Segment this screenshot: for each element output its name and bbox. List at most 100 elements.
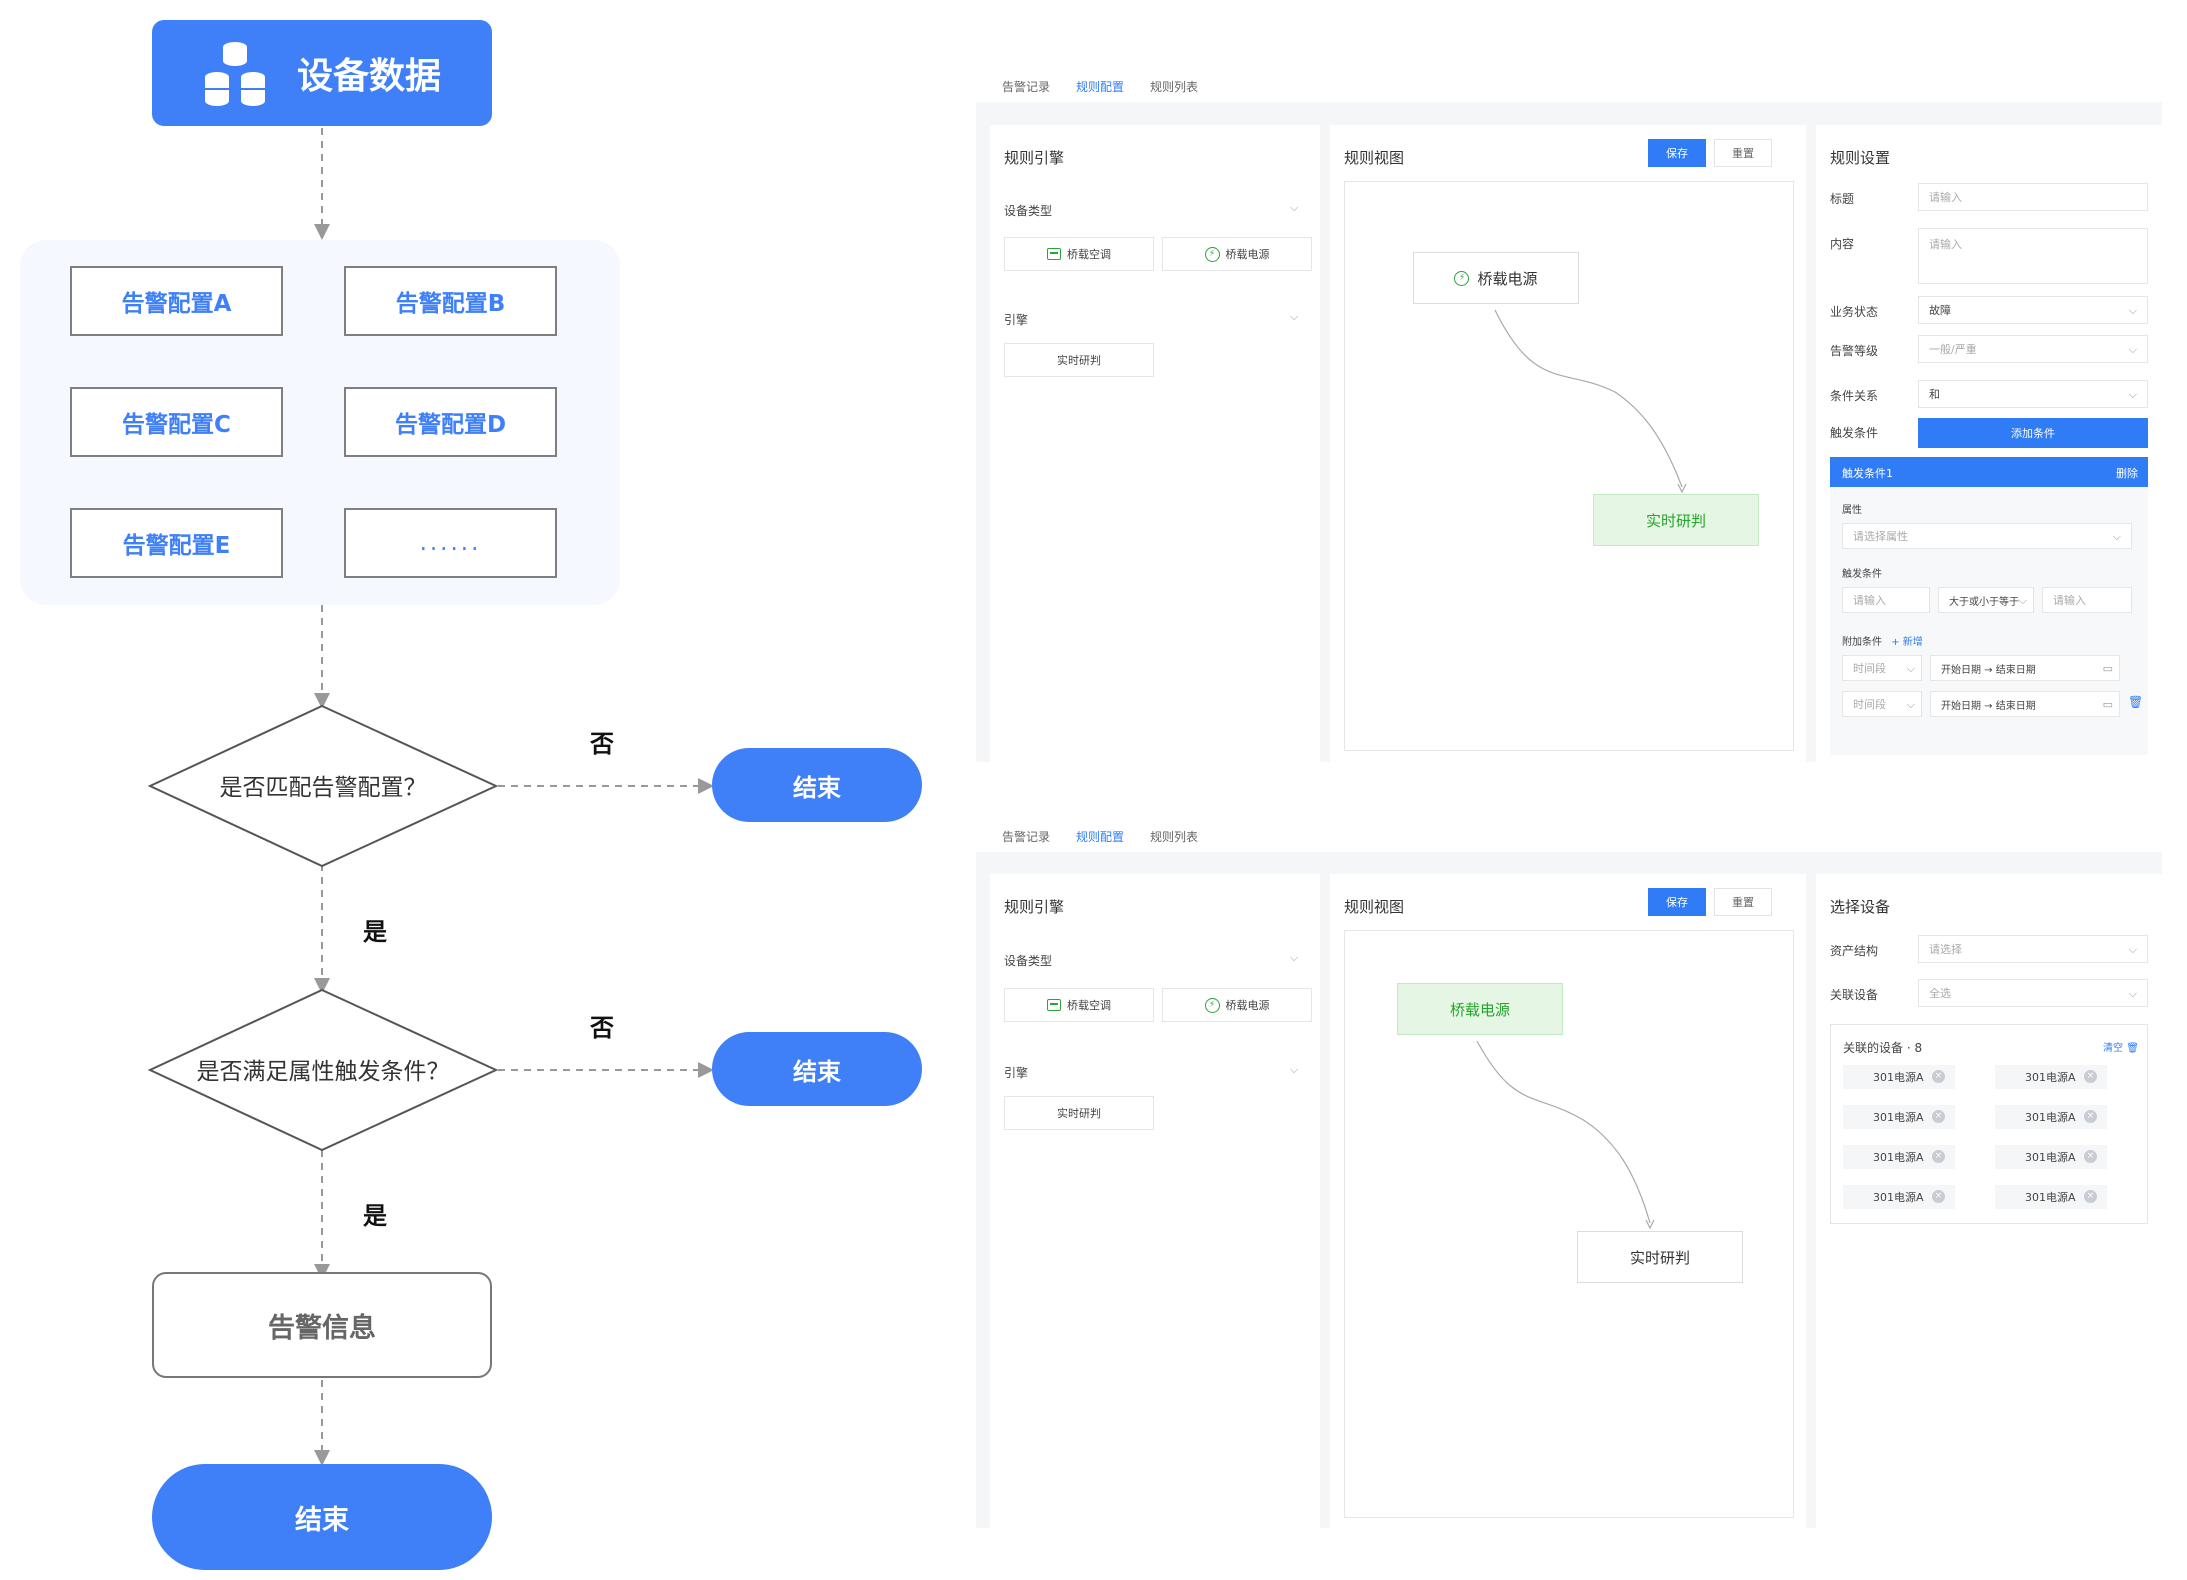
device-tag-label: 301电源A: [1873, 1151, 1924, 1164]
chevron-down-icon: ⌵: [2128, 943, 2137, 956]
close-icon[interactable]: ×: [1932, 1110, 1945, 1123]
status-select[interactable]: 故障 ⌵: [1918, 296, 2148, 324]
chevron-down-icon: ⌵: [2128, 987, 2137, 1000]
relation-select[interactable]: 和 ⌵: [1918, 380, 2148, 408]
content-textarea[interactable]: 请输入: [1918, 228, 2148, 284]
save-button[interactable]: 保存: [1648, 139, 1706, 167]
rule-canvas[interactable]: ⚡ 桥载电源 实时研判: [1344, 181, 1794, 751]
operator-value: 大于或小于等于: [1949, 596, 2019, 608]
rule-view-panel: 规则视图 保存 重置 ⚡ 桥载电源 实时研判: [1330, 125, 1806, 762]
device-chip-ac[interactable]: 桥载空调: [1004, 988, 1154, 1022]
tab-rule-list[interactable]: 规则列表: [1150, 78, 1198, 95]
level-value: 一般/严重: [1929, 343, 1977, 356]
device-chip-power[interactable]: ⚡ 桥载电源: [1162, 237, 1312, 271]
device-tag[interactable]: 301电源A ×: [1843, 1105, 1955, 1129]
device-tag[interactable]: 301电源A ×: [1995, 1105, 2107, 1129]
lightning-icon: ⚡: [1204, 997, 1220, 1013]
asset-structure-select[interactable]: 请选择 ⌵: [1918, 935, 2148, 963]
linked-count-label: 关联的设备 · 8: [1843, 1041, 1923, 1055]
close-icon[interactable]: ×: [1932, 1070, 1945, 1083]
rule-view-title: 规则视图: [1344, 898, 1405, 916]
device-tag-label: 301电源A: [1873, 1191, 1924, 1204]
rule-canvas[interactable]: 桥载电源 实时研判: [1344, 930, 1794, 1518]
device-tag[interactable]: 301电源A ×: [1843, 1065, 1955, 1089]
device-tag-label: 301电源A: [2025, 1151, 2076, 1164]
close-icon[interactable]: ×: [2084, 1150, 2097, 1163]
engine-chip-realtime[interactable]: 实时研判: [1004, 343, 1154, 377]
node-power-source[interactable]: ⚡ 桥载电源: [1413, 252, 1579, 304]
device-tag-label: 301电源A: [1873, 1071, 1924, 1084]
trigger-cond-label: 触发条件: [1842, 569, 1882, 580]
close-icon[interactable]: ×: [1932, 1150, 1945, 1163]
device-tag[interactable]: 301电源A ×: [1843, 1145, 1955, 1169]
close-icon[interactable]: ×: [1932, 1190, 1945, 1203]
yes-label-2: 是: [363, 1202, 387, 1230]
close-icon[interactable]: ×: [2084, 1190, 2097, 1203]
engine-chip-realtime[interactable]: 实时研判: [1004, 1096, 1154, 1130]
close-icon[interactable]: ×: [2084, 1110, 2097, 1123]
tab-bar: 告警记录 规则配置 规则列表: [976, 820, 2162, 852]
reset-button[interactable]: 重置: [1714, 888, 1772, 916]
attr-select[interactable]: 请选择属性 ⌵: [1842, 523, 2132, 549]
device-tag[interactable]: 301电源A ×: [1995, 1145, 2107, 1169]
trigger-value-input[interactable]: 请输入: [1842, 587, 1930, 613]
clear-button[interactable]: 清空 🗑: [2103, 1039, 2139, 1054]
tab-rule-config[interactable]: 规则配置: [1076, 828, 1124, 845]
title-label: 标题: [1830, 192, 1855, 206]
calendar-icon: ▭: [2102, 698, 2113, 711]
title-input[interactable]: 请输入: [1918, 183, 2148, 211]
linked-device-select[interactable]: 全选 ⌵: [1918, 979, 2148, 1007]
linked-devices-box: 关联的设备 · 8 清空 🗑 301电源A × 301电源A × 301电源A × 3…: [1830, 1024, 2148, 1224]
node-realtime-judge[interactable]: 实时研判: [1577, 1231, 1743, 1283]
tab-alarm-records[interactable]: 告警记录: [1002, 78, 1050, 95]
device-chip-label: 桥载电源: [1225, 248, 1270, 261]
chevron-down-icon[interactable]: ⌵: [1290, 310, 1298, 324]
level-select[interactable]: 一般/严重 ⌵: [1918, 335, 2148, 363]
date-range-1[interactable]: 开始日期 → 结束日期 ▭: [1930, 655, 2120, 681]
date-range-2[interactable]: 开始日期 → 结束日期 ▭: [1930, 691, 2120, 717]
time-period-label: 时间段: [1853, 698, 1886, 711]
chevron-down-icon: ⌵: [2128, 343, 2137, 356]
extra-add-button[interactable]: + 新增: [1891, 637, 1923, 648]
device-data-node: 设备数据: [152, 20, 492, 126]
condition-1-header: 触发条件1 删除: [1830, 457, 2148, 487]
save-button[interactable]: 保存: [1648, 888, 1706, 916]
device-chip-ac[interactable]: 桥载空调: [1004, 237, 1154, 271]
add-condition-button[interactable]: 添加条件: [1918, 418, 2148, 448]
tab-rule-config[interactable]: 规则配置: [1076, 78, 1124, 95]
device-tag-label: 301电源A: [2025, 1071, 2076, 1084]
device-tag[interactable]: 301电源A ×: [1843, 1185, 1955, 1209]
yes-label-1: 是: [363, 918, 387, 946]
condition-delete-button[interactable]: 删除: [2116, 465, 2138, 481]
chevron-down-icon[interactable]: ⌵: [1290, 951, 1298, 965]
node-power-source[interactable]: 桥载电源: [1397, 983, 1563, 1035]
reset-button[interactable]: 重置: [1714, 139, 1772, 167]
tab-rule-list[interactable]: 规则列表: [1150, 828, 1198, 845]
select-device-title: 选择设备: [1830, 898, 1891, 916]
device-chip-power[interactable]: ⚡ 桥载电源: [1162, 988, 1312, 1022]
trash-icon[interactable]: 🗑: [2128, 695, 2143, 709]
device-tag[interactable]: 301电源A ×: [1995, 1185, 2107, 1209]
close-icon[interactable]: ×: [2084, 1070, 2097, 1083]
chevron-down-icon[interactable]: ⌵: [1290, 1063, 1298, 1077]
chevron-down-icon[interactable]: ⌵: [1290, 201, 1298, 215]
level-label: 告警等级: [1830, 344, 1879, 358]
trigger-threshold-input[interactable]: 请输入: [2042, 587, 2132, 613]
condition-1-title: 触发条件1: [1842, 467, 1893, 480]
chevron-down-icon: ⌵: [2128, 304, 2137, 317]
rule-engine-title: 规则引擎: [1004, 898, 1065, 916]
date-range-text: 开始日期 → 结束日期: [1941, 664, 2036, 676]
time-period-select-1[interactable]: 时间段 ⌵: [1842, 655, 1922, 681]
tab-alarm-records[interactable]: 告警记录: [1002, 828, 1050, 845]
device-data-label: 设备数据: [296, 56, 441, 97]
operator-select[interactable]: 大于或小于等于 ⌵: [1938, 587, 2034, 613]
chevron-down-icon: ⌵: [2112, 530, 2121, 543]
node-realtime-judge[interactable]: 实时研判: [1593, 494, 1759, 546]
rule-engine-panel: 规则引擎 设备类型 ⌵ 桥载空调 ⚡ 桥载电源 引擎 ⌵ 实时研判: [990, 125, 1320, 762]
device-tag[interactable]: 301电源A ×: [1995, 1065, 2107, 1089]
rule-view-title: 规则视图: [1344, 149, 1405, 167]
time-period-select-2[interactable]: 时间段 ⌵: [1842, 691, 1922, 717]
asset-structure-label: 资产结构: [1830, 944, 1879, 958]
decision-1-text: 是否匹配告警配置？: [219, 775, 427, 801]
rule-settings-title: 规则设置: [1830, 149, 1891, 167]
